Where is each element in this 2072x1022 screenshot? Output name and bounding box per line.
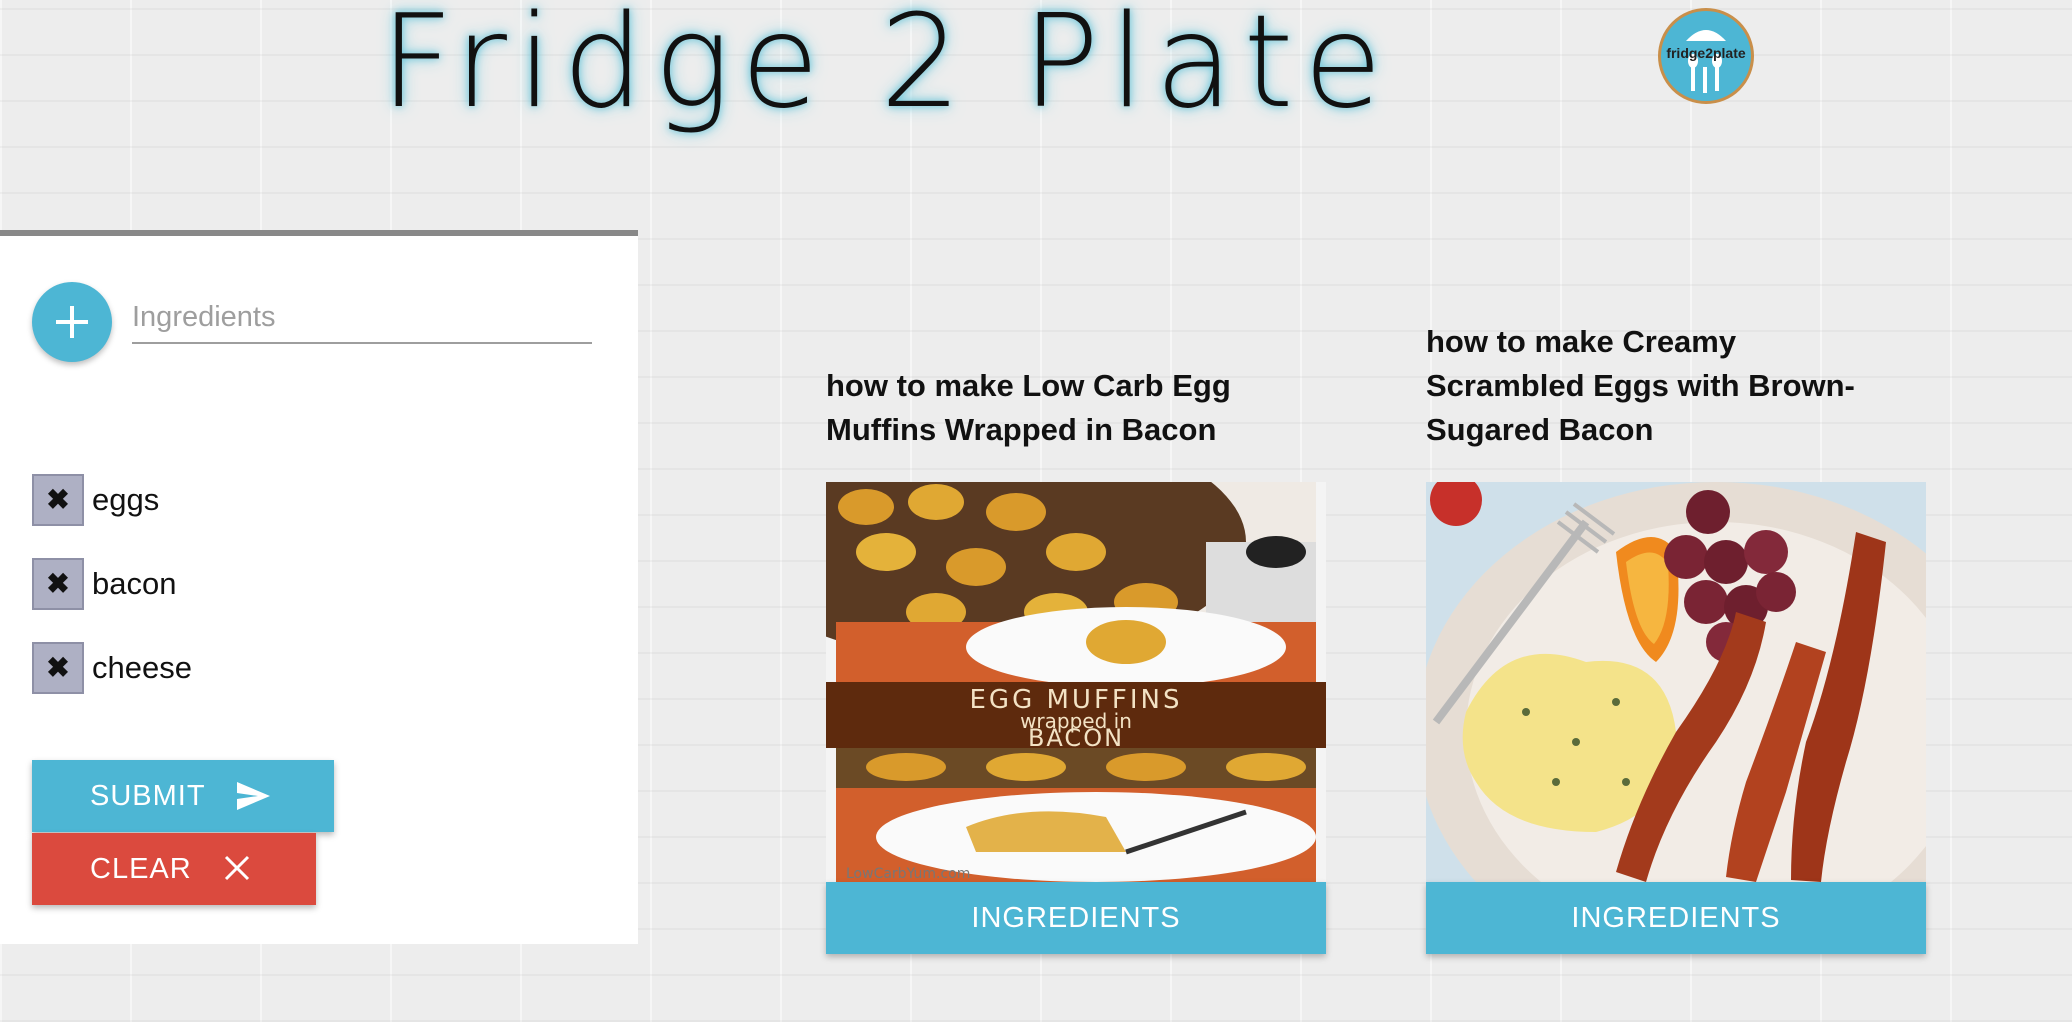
close-x-icon: ✖ [46,568,70,599]
page-title: Fridge 2 Plate [380,0,1393,137]
add-ingredient-button[interactable] [32,282,112,362]
ingredient-label: eggs [92,482,160,517]
scrambled-eggs-bacon-image [1426,482,1926,882]
submit-button[interactable]: SUBMIT [32,760,334,832]
ingredient-label: cheese [92,650,192,685]
recipe-title[interactable]: how to make Low Carb Egg Muffins Wrapped… [826,364,1306,452]
ingredients-button[interactable]: INGREDIENTS [1426,882,1926,954]
close-x-icon: ✖ [46,484,70,515]
send-icon [237,782,270,810]
image-watermark: LowCarbYum.com [846,866,970,882]
image-caption-3: BACON [1028,724,1124,752]
plus-icon [56,306,88,338]
ingredient-panel: ✖ eggs ✖ bacon ✖ cheese SUBMIT CLEAR [0,230,638,944]
clear-label: CLEAR [90,853,192,885]
remove-ingredient-button[interactable]: ✖ [32,642,84,694]
clear-button[interactable]: CLEAR [32,833,316,905]
submit-label: SUBMIT [90,780,206,812]
remove-ingredient-button[interactable]: ✖ [32,558,84,610]
egg-muffins-image: EGG MUFFINS wrapped in BACON LowCarbYum.… [826,482,1326,882]
app-logo[interactable]: fridge2plate [1658,8,1754,104]
ingredient-input[interactable] [132,292,592,344]
ingredients-button[interactable]: INGREDIENTS [826,882,1326,954]
close-x-icon: ✖ [46,652,70,683]
recipe-image[interactable]: EGG MUFFINS wrapped in BACON LowCarbYum.… [826,482,1326,882]
logo-text: fridge2plate [1666,45,1746,61]
ingredient-label: bacon [92,566,177,601]
remove-ingredient-button[interactable]: ✖ [32,474,84,526]
recipe-title[interactable]: how to make Creamy Scrambled Eggs with B… [1426,320,1886,452]
ingredient-chip: ✖ cheese [32,642,592,698]
ingredient-chip: ✖ eggs [32,474,592,530]
ingredient-chip: ✖ bacon [32,558,592,614]
recipe-image[interactable] [1426,482,1926,882]
close-icon [224,855,250,881]
